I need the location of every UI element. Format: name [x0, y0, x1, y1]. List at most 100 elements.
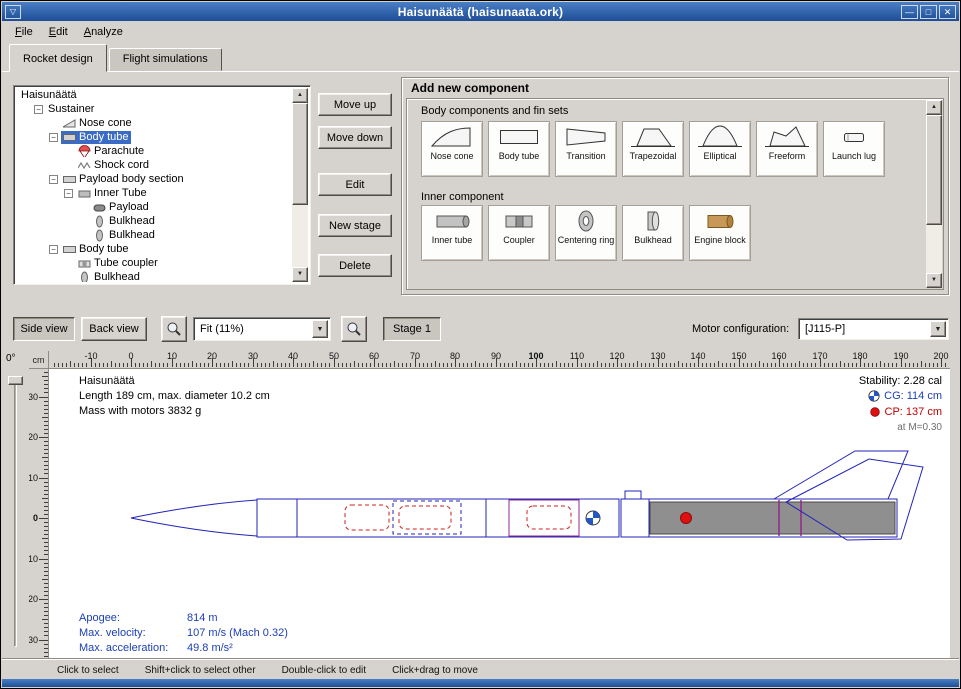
move-up-button[interactable]: Move up — [318, 93, 392, 116]
ruler-tick — [103, 363, 104, 367]
close-button[interactable]: ✕ — [939, 5, 956, 19]
menu-file[interactable]: File — [7, 23, 41, 41]
tree-item-inner-tube[interactable]: − Inner Tube — [16, 186, 291, 200]
tree-item-label-wrap[interactable]: Inner Tube — [76, 187, 149, 200]
tree-expander-icon[interactable]: − — [49, 245, 58, 254]
tree-scrollbar-thumb[interactable] — [292, 103, 308, 205]
minimize-button[interactable]: — — [901, 5, 918, 19]
zoom-in-button[interactable] — [161, 316, 187, 342]
component-button-bulkhead[interactable]: Bulkhead — [622, 205, 684, 261]
ti-innertube-icon — [78, 187, 91, 200]
chevron-down-icon[interactable]: ▼ — [930, 321, 946, 337]
side-view-button[interactable]: Side view — [13, 317, 75, 341]
ruler-tick — [532, 363, 533, 367]
ruler-tick — [78, 363, 79, 367]
component-button-freeform[interactable]: Freeform — [756, 121, 818, 177]
tree-item-payload[interactable]: Payload — [16, 200, 291, 214]
ruler-label: -10 — [29, 473, 38, 483]
tree-item-label-wrap[interactable]: Tube coupler — [76, 257, 160, 270]
tree-item-tube-coupler[interactable]: Tube coupler — [16, 256, 291, 270]
ruler-tick — [767, 363, 768, 367]
tree-item-payload-body-section[interactable]: − Payload body section — [16, 172, 291, 186]
menu-analyze[interactable]: Analyze — [76, 23, 131, 41]
component-button-centering-ring[interactable]: Centering ring — [555, 205, 617, 261]
rocket-canvas[interactable]: Haisunäätä Length 189 cm, max. diameter … — [49, 369, 950, 658]
tree-item-body-tube[interactable]: −Body tube — [16, 242, 291, 256]
max-acceleration-value: 49.8 m/s² — [187, 642, 233, 654]
tree-item-label: Inner Tube — [94, 187, 147, 199]
tree-item-bulkhead[interactable]: Bulkhead — [16, 270, 291, 282]
scroll-up-icon[interactable]: ▲ — [926, 100, 942, 115]
panel-scrollbar-thumb[interactable] — [926, 115, 942, 225]
scroll-down-icon[interactable]: ▼ — [292, 267, 308, 282]
status-bar: Click to selectShift+click to select oth… — [2, 658, 959, 681]
tree-expander-icon[interactable]: − — [34, 105, 43, 114]
tree-expander-icon[interactable]: − — [64, 189, 73, 198]
tree-item-label-wrap[interactable]: Body tube — [61, 243, 131, 256]
nose-cone-shape[interactable] — [131, 500, 257, 536]
tree-item-label-wrap[interactable]: Body tube — [61, 131, 131, 144]
launch-lug-shape[interactable] — [625, 491, 641, 499]
component-button-engine-block[interactable]: Engine block — [689, 205, 751, 261]
tree-item-label: Bulkhead — [109, 215, 155, 227]
tree-item-haisun-t-[interactable]: Haisunäätä — [16, 88, 291, 102]
motor-configuration-select[interactable]: [J115-P] ▼ — [798, 318, 949, 340]
back-view-button[interactable]: Back view — [81, 317, 147, 341]
move-down-button[interactable]: Move down — [318, 126, 392, 149]
delete-button[interactable]: Delete — [318, 254, 392, 277]
ci-freeform-icon — [765, 124, 809, 150]
tree-item-bulkhead[interactable]: Bulkhead — [16, 214, 291, 228]
scroll-down-icon[interactable]: ▼ — [926, 273, 942, 288]
tree-item-label-wrap[interactable]: Shock cord — [76, 159, 151, 172]
tree-item-bulkhead[interactable]: Bulkhead — [16, 228, 291, 242]
tree-expander-icon[interactable]: − — [49, 175, 58, 184]
tree-item-label-wrap[interactable]: Bulkhead — [76, 271, 142, 283]
ruler-tick — [42, 417, 48, 418]
tree-item-label-wrap[interactable]: Bulkhead — [91, 229, 157, 242]
tree-item-parachute[interactable]: Parachute — [16, 144, 291, 158]
component-button-nose-cone[interactable]: Nose cone — [421, 121, 483, 177]
ruler-tick — [844, 363, 845, 367]
tree-item-nose-cone[interactable]: Nose cone — [16, 116, 291, 130]
tree-expander-icon[interactable]: − — [49, 133, 58, 142]
tree-item-body-tube[interactable]: −Body tube — [16, 130, 291, 144]
tree-item-label-wrap[interactable]: Sustainer — [46, 103, 96, 115]
chevron-down-icon[interactable]: ▼ — [312, 320, 328, 338]
edit-button[interactable]: Edit — [318, 173, 392, 196]
tab-rocket-design[interactable]: Rocket design — [9, 44, 107, 72]
tree-item-shock-cord[interactable]: Shock cord — [16, 158, 291, 172]
zoom-out-button[interactable] — [341, 316, 367, 342]
panel-scrollbar[interactable]: ▲ ▼ — [926, 100, 942, 288]
apogee-value: 814 m — [187, 612, 218, 624]
component-button-launch-lug[interactable]: Launch lug — [823, 121, 885, 177]
stage-1-toggle[interactable]: Stage 1 — [383, 317, 441, 341]
zoom-level-select[interactable]: Fit (11%) ▼ — [193, 317, 331, 341]
tree-item-label-wrap[interactable]: Payload body section — [61, 173, 186, 186]
scroll-up-icon[interactable]: ▲ — [292, 88, 308, 103]
tree-item-label-wrap[interactable]: Parachute — [76, 145, 146, 158]
tree-item-label-wrap[interactable]: Nose cone — [61, 117, 134, 130]
component-button-body-tube[interactable]: Body tube — [488, 121, 550, 177]
system-menu-icon[interactable]: ▽ — [5, 5, 21, 19]
menu-edit[interactable]: Edit — [41, 23, 76, 41]
tree-item-label-wrap[interactable]: Payload — [91, 201, 151, 214]
component-button-trapezoidal[interactable]: Trapezoidal — [622, 121, 684, 177]
component-button-transition[interactable]: Transition — [555, 121, 617, 177]
component-button-elliptical[interactable]: Elliptical — [689, 121, 751, 177]
rotation-slider-handle[interactable] — [8, 376, 23, 385]
body-tube-shape[interactable] — [257, 499, 486, 537]
ruler-tick — [39, 518, 48, 519]
tree-item-label-wrap[interactable]: Bulkhead — [91, 215, 157, 228]
tree-item-label: Payload body section — [79, 173, 184, 185]
tree-scrollbar[interactable]: ▲ ▼ — [292, 88, 308, 282]
fin-shape[interactable] — [774, 451, 908, 499]
component-button-coupler[interactable]: Coupler — [488, 205, 550, 261]
new-stage-button[interactable]: New stage — [318, 214, 392, 237]
status-hint: Double-click to edit — [282, 665, 366, 676]
tab-flight-simulations[interactable]: Flight simulations — [109, 48, 222, 71]
tree-item-sustainer[interactable]: −Sustainer — [16, 102, 291, 116]
rotation-slider-track[interactable] — [14, 379, 17, 647]
maximize-button[interactable]: □ — [920, 5, 937, 19]
component-button-inner-tube[interactable]: Inner tube — [421, 205, 483, 261]
tree-item-label-wrap[interactable]: Haisunäätä — [19, 89, 79, 101]
